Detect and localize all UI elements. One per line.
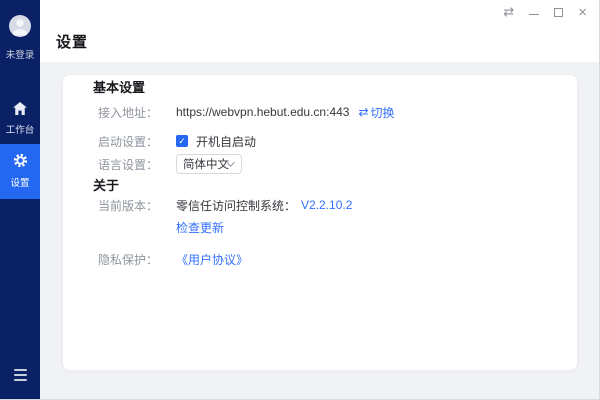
sidebar: 未登录 工作台 设置: [0, 0, 40, 399]
check-update-link[interactable]: 检查更新: [176, 219, 224, 236]
access-address-value: https://webvpn.hebut.edu.cn:443: [176, 105, 349, 119]
version-value: V2.2.10.2: [301, 198, 352, 212]
sidebar-item-label: 工作台: [6, 121, 35, 135]
avatar: [8, 14, 32, 43]
sidebar-item-settings[interactable]: 设置: [0, 144, 40, 199]
user-account[interactable]: 未登录: [5, 14, 35, 61]
sidebar-nav: 工作台 设置: [0, 61, 40, 199]
language-selected-value: 简体中文: [183, 156, 229, 172]
settings-panel: 基本设置 接入地址： https://webvpn.hebut.edu.cn:4…: [62, 74, 578, 371]
version-label: 当前版本：: [98, 197, 176, 214]
language-select[interactable]: 简体中文: [176, 154, 242, 174]
access-address-row: 接入地址： https://webvpn.hebut.edu.cn:443 ⇄ …: [98, 103, 547, 121]
startup-row: 启动设置： ✓ 开机自启动: [98, 132, 547, 150]
close-button[interactable]: ×: [578, 5, 587, 19]
maximize-button[interactable]: [554, 5, 563, 19]
check-update-row: 检查更新: [98, 218, 547, 236]
sidebar-item-label: 设置: [11, 174, 30, 188]
sidebar-item-workbench[interactable]: 工作台: [0, 95, 40, 144]
menu-icon[interactable]: [14, 369, 27, 381]
access-address-label: 接入地址：: [98, 104, 176, 121]
main-area: 设置 ⇄ × 基本设置 接入地址： https://webvpn.hebut.e…: [40, 0, 599, 399]
switch-address-link[interactable]: ⇄ 切换: [358, 104, 394, 121]
check-icon: ✓: [178, 135, 186, 147]
app-window: 未登录 工作台 设置: [0, 0, 600, 400]
switch-link-label: 切换: [371, 104, 395, 121]
language-label: 语言设置：: [98, 156, 176, 173]
minimize-button[interactable]: [529, 5, 539, 19]
swap-icon: ⇄: [358, 105, 368, 119]
section-basic-title: 基本设置: [93, 80, 547, 96]
login-status-label: 未登录: [6, 46, 35, 60]
user-agreement-link[interactable]: 《用户协议》: [176, 251, 248, 268]
page-title: 设置: [56, 31, 88, 52]
window-controls: ⇄ ×: [503, 5, 587, 19]
content-area: 基本设置 接入地址： https://webvpn.hebut.edu.cn:4…: [40, 62, 599, 399]
autostart-checkbox-label: 开机自启动: [196, 133, 256, 150]
product-name: 零信任访问控制系统：: [176, 197, 296, 214]
titlebar: 设置 ⇄ ×: [40, 0, 599, 62]
home-icon: [13, 102, 27, 118]
privacy-label: 隐私保护：: [98, 251, 176, 268]
privacy-row: 隐私保护： 《用户协议》: [98, 250, 547, 268]
version-row: 当前版本： 零信任访问控制系统： V2.2.10.2: [98, 196, 547, 214]
swap-icon[interactable]: ⇄: [503, 5, 514, 19]
language-row: 语言设置： 简体中文: [98, 154, 547, 174]
section-about-title: 关于: [93, 178, 547, 194]
startup-label: 启动设置：: [98, 133, 176, 150]
autostart-checkbox[interactable]: ✓: [176, 135, 188, 147]
gear-icon: [13, 153, 28, 171]
